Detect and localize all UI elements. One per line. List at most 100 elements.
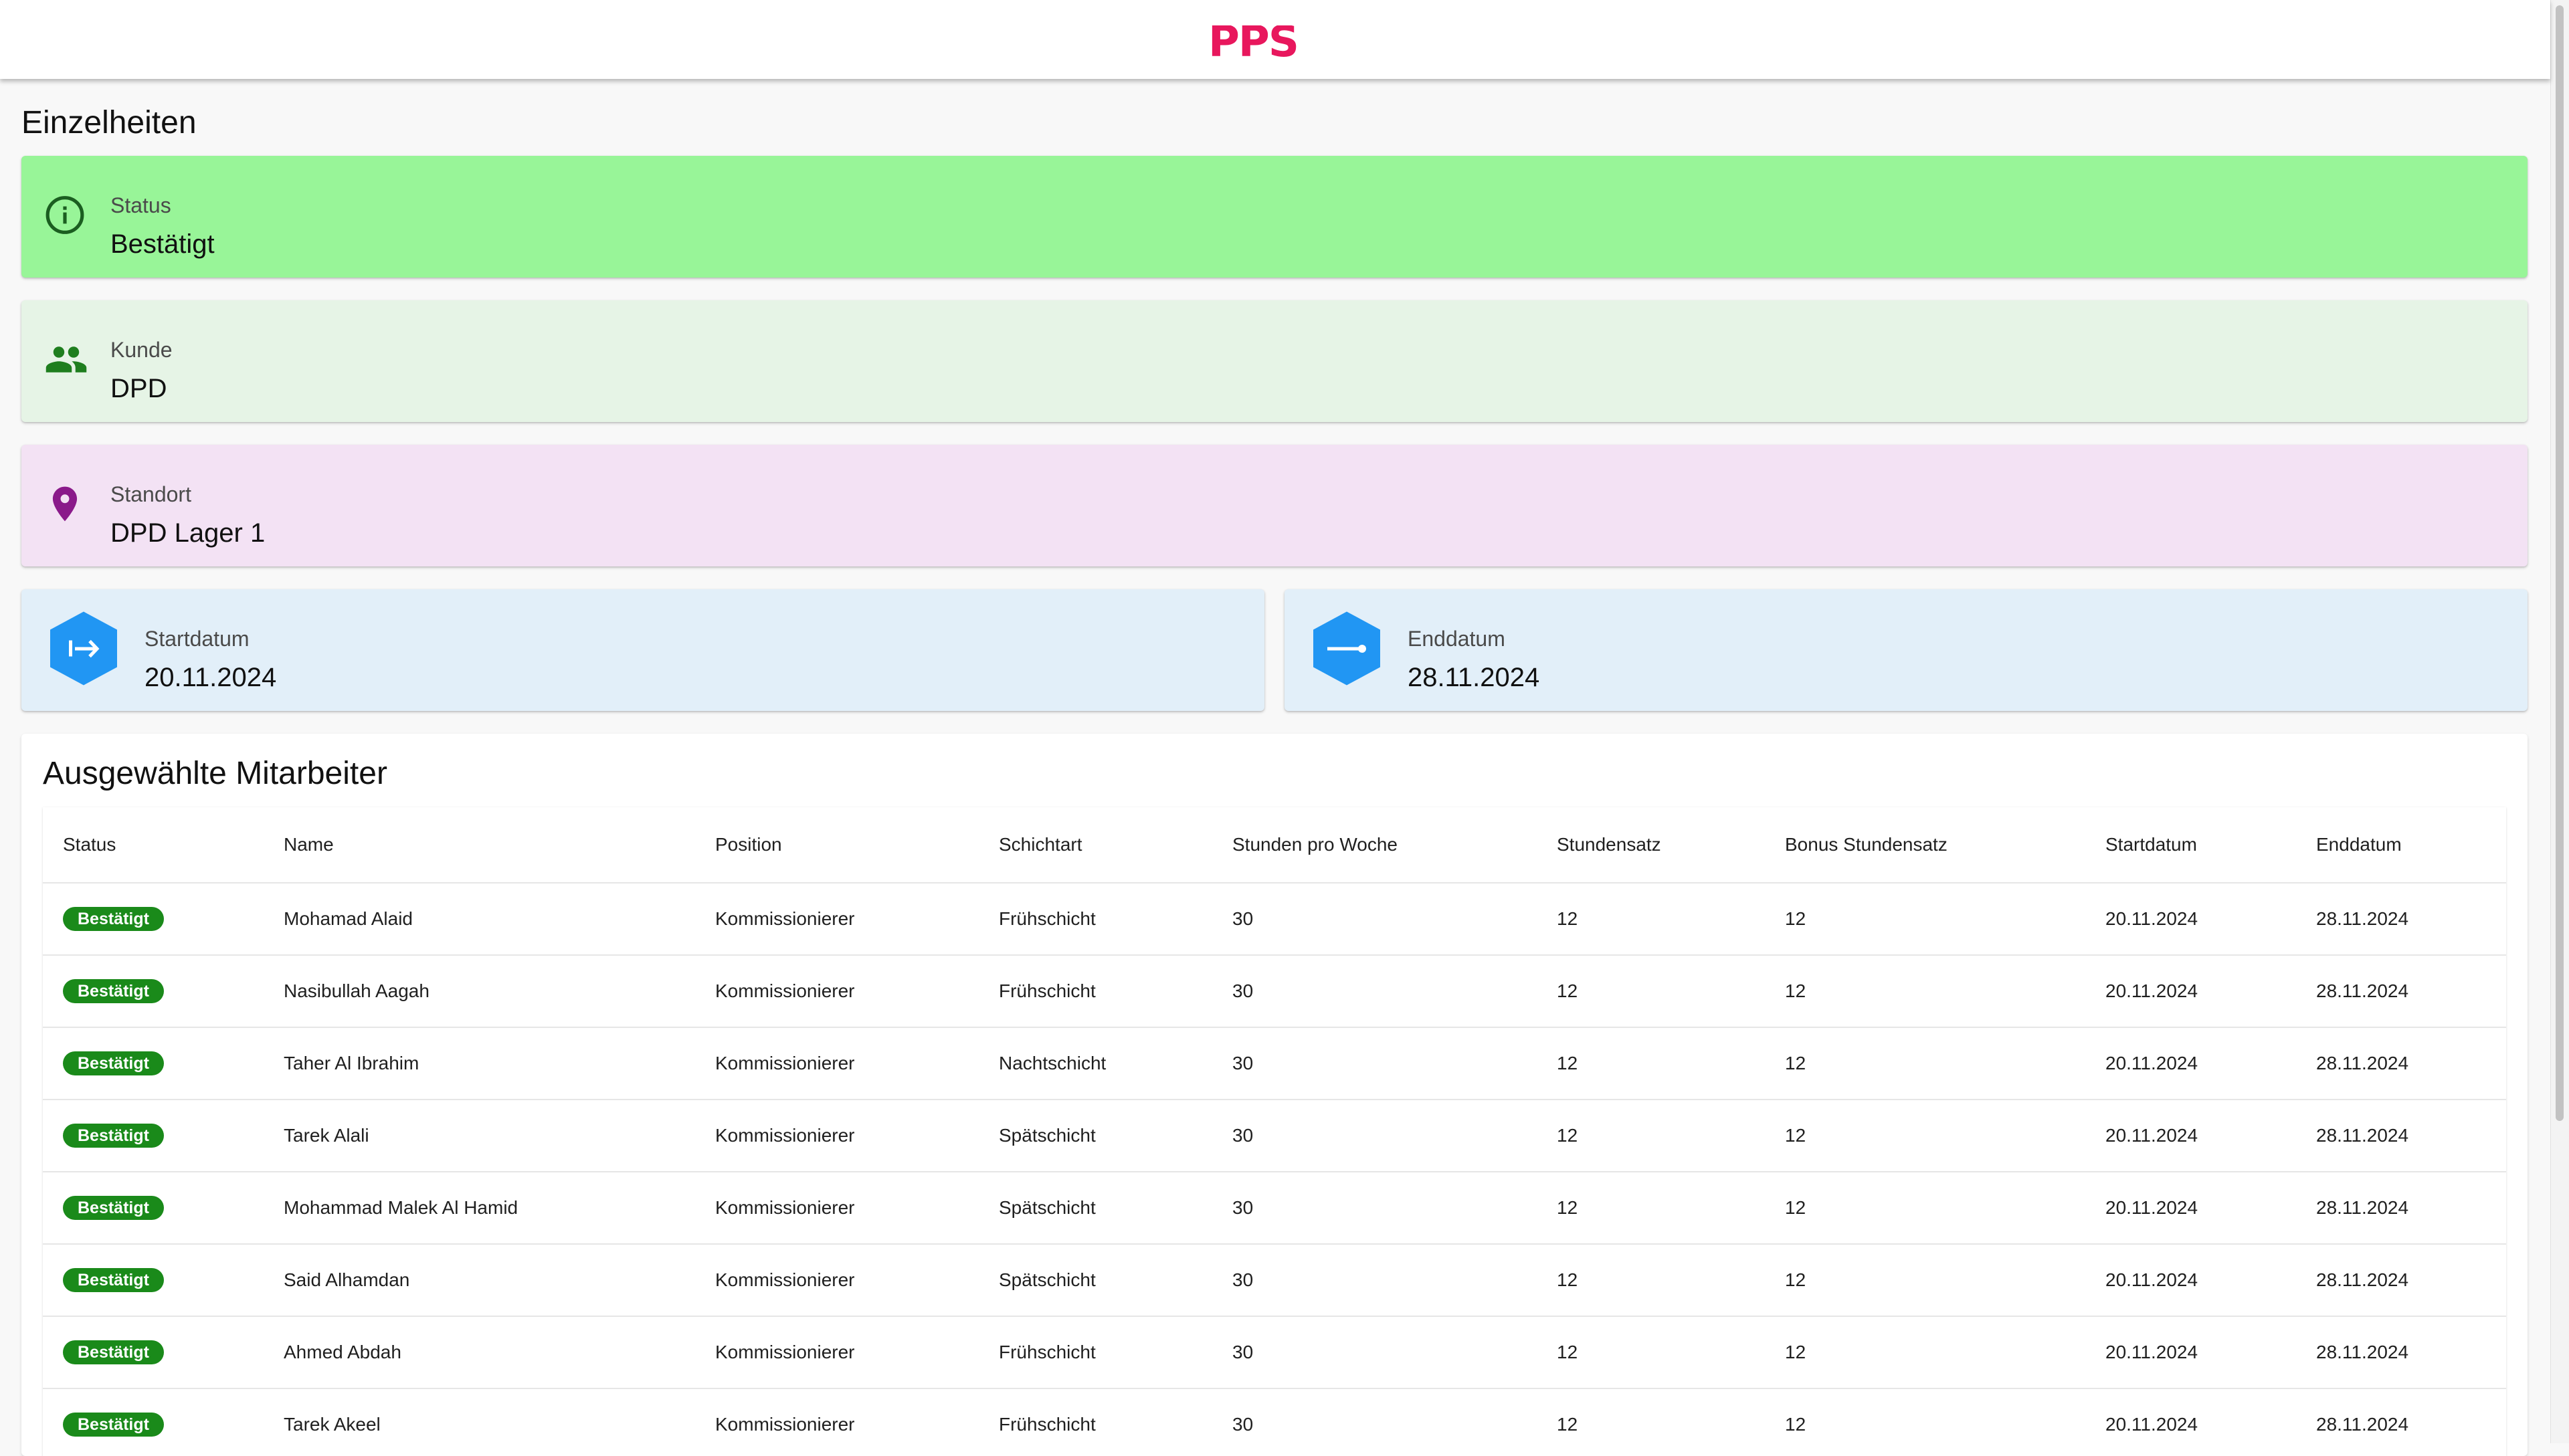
status-badge: Bestätigt	[63, 1196, 164, 1220]
start-date-cell: 20.11.2024	[2085, 1100, 2296, 1172]
position-cell: Kommissionierer	[695, 1027, 979, 1100]
hours-cell: 30	[1212, 1316, 1537, 1389]
end-date-value: 28.11.2024	[1408, 663, 1540, 692]
status-value: Bestätigt	[110, 229, 215, 259]
bonus-rate-cell: 12	[1765, 1388, 2085, 1456]
column-header-end-date[interactable]: Enddatum	[2296, 807, 2506, 883]
name-cell: Taher Al Ibrahim	[264, 1027, 695, 1100]
status-badge: Bestätigt	[63, 1051, 164, 1075]
status-badge: Bestätigt	[63, 1268, 164, 1292]
pps-logo[interactable]: PPS	[1208, 25, 1338, 58]
name-cell: Mohamad Alaid	[264, 883, 695, 956]
hours-cell: 30	[1212, 1388, 1537, 1456]
name-cell: Mohammad Malek Al Hamid	[264, 1172, 695, 1245]
hourly-rate-cell: 12	[1537, 1027, 1765, 1100]
end-date-cell: 28.11.2024	[2296, 1027, 2506, 1100]
status-cell: Bestätigt	[43, 1172, 264, 1245]
location-pin-icon	[44, 484, 86, 528]
start-arrow-icon	[48, 611, 119, 690]
page-scrollbar-thumb[interactable]	[2556, 5, 2564, 1121]
customer-label: Kunde	[110, 338, 173, 362]
status-badge: Bestätigt	[63, 907, 164, 931]
table-row[interactable]: Bestätigt Ahmed Abdah Kommissionierer Fr…	[43, 1316, 2506, 1389]
end-date-cell: 28.11.2024	[2296, 1316, 2506, 1389]
status-cell: Bestätigt	[43, 955, 264, 1028]
status-cell: Bestätigt	[43, 1027, 264, 1100]
start-date-label: Startdatum	[145, 627, 250, 651]
table-row[interactable]: Bestätigt Nasibullah Aagah Kommissionier…	[43, 955, 2506, 1028]
hourly-rate-cell: 12	[1537, 1244, 1765, 1317]
status-badge: Bestätigt	[63, 1413, 164, 1437]
table-row[interactable]: Bestätigt Taher Al Ibrahim Kommissionier…	[43, 1027, 2506, 1100]
start-date-value: 20.11.2024	[145, 663, 277, 692]
status-cell: Bestätigt	[43, 1244, 264, 1317]
table-row[interactable]: Bestätigt Tarek Akeel Kommissionierer Fr…	[43, 1388, 2506, 1456]
start-date-cell: 20.11.2024	[2085, 1388, 2296, 1456]
status-badge: Bestätigt	[63, 1340, 164, 1364]
end-date-cell: 28.11.2024	[2296, 883, 2506, 956]
table-row[interactable]: Bestätigt Mohamad Alaid Kommissionierer …	[43, 883, 2506, 956]
bonus-rate-cell: 12	[1765, 955, 2085, 1028]
column-header-hours-per-week[interactable]: Stunden pro Woche	[1212, 807, 1537, 883]
status-cell: Bestätigt	[43, 1316, 264, 1389]
hourly-rate-cell: 12	[1537, 1316, 1765, 1389]
start-date-card: Startdatum 20.11.2024	[21, 589, 1264, 711]
shift-type-cell: Spätschicht	[979, 1244, 1212, 1317]
name-cell: Nasibullah Aagah	[264, 955, 695, 1028]
name-cell: Tarek Alali	[264, 1100, 695, 1172]
column-header-name[interactable]: Name	[264, 807, 695, 883]
table-row[interactable]: Bestätigt Tarek Alali Kommissionierer Sp…	[43, 1100, 2506, 1172]
name-cell: Said Alhamdan	[264, 1244, 695, 1317]
location-label: Standort	[110, 482, 191, 506]
start-date-cell: 20.11.2024	[2085, 1027, 2296, 1100]
bonus-rate-cell: 12	[1765, 1100, 2085, 1172]
column-header-shift-type[interactable]: Schichtart	[979, 807, 1212, 883]
status-badge: Bestätigt	[63, 1124, 164, 1148]
main-content: Einzelheiten Status Bestätigt Kunde DPD	[0, 79, 2550, 1456]
employees-table: Status Name Position Schichtart Stunden …	[43, 807, 2506, 1456]
column-header-status[interactable]: Status	[43, 807, 264, 883]
selected-employees-section: Ausgewählte Mitarbeiter Status Name Posi…	[21, 734, 2528, 1456]
bonus-rate-cell: 12	[1765, 883, 2085, 956]
name-cell: Ahmed Abdah	[264, 1316, 695, 1389]
status-cell: Bestätigt	[43, 883, 264, 956]
start-date-cell: 20.11.2024	[2085, 1316, 2296, 1389]
end-date-label: Enddatum	[1408, 627, 1505, 651]
location-card: Standort DPD Lager 1	[21, 445, 2528, 566]
column-header-start-date[interactable]: Startdatum	[2085, 807, 2296, 883]
hourly-rate-cell: 12	[1537, 1100, 1765, 1172]
svg-text:PPS: PPS	[1208, 25, 1298, 58]
shift-type-cell: Spätschicht	[979, 1172, 1212, 1245]
start-date-cell: 20.11.2024	[2085, 1244, 2296, 1317]
hours-cell: 30	[1212, 1172, 1537, 1245]
column-header-bonus-rate[interactable]: Bonus Stundensatz	[1765, 807, 2085, 883]
bonus-rate-cell: 12	[1765, 1172, 2085, 1245]
name-cell: Tarek Akeel	[264, 1388, 695, 1456]
shift-type-cell: Nachtschicht	[979, 1027, 1212, 1100]
customer-value: DPD	[110, 374, 167, 403]
status-cell: Bestätigt	[43, 1100, 264, 1172]
table-header-row: Status Name Position Schichtart Stunden …	[43, 807, 2506, 883]
column-header-position[interactable]: Position	[695, 807, 979, 883]
status-cell: Bestätigt	[43, 1388, 264, 1456]
page-title: Einzelheiten	[21, 105, 197, 140]
shift-type-cell: Spätschicht	[979, 1100, 1212, 1172]
shift-type-cell: Frühschicht	[979, 1388, 1212, 1456]
shift-type-cell: Frühschicht	[979, 1316, 1212, 1389]
table-row[interactable]: Bestätigt Said Alhamdan Kommissionierer …	[43, 1244, 2506, 1317]
end-date-cell: 28.11.2024	[2296, 1388, 2506, 1456]
bonus-rate-cell: 12	[1765, 1316, 2085, 1389]
hours-cell: 30	[1212, 1244, 1537, 1317]
status-card: Status Bestätigt	[21, 156, 2528, 278]
shift-type-cell: Frühschicht	[979, 955, 1212, 1028]
hourly-rate-cell: 12	[1537, 883, 1765, 956]
employees-table-container[interactable]: Status Name Position Schichtart Stunden …	[43, 807, 2506, 1456]
end-date-card: Enddatum 28.11.2024	[1284, 589, 2528, 711]
position-cell: Kommissionierer	[695, 1100, 979, 1172]
end-date-cell: 28.11.2024	[2296, 955, 2506, 1028]
hourly-rate-cell: 12	[1537, 1172, 1765, 1245]
table-row[interactable]: Bestätigt Mohammad Malek Al Hamid Kommis…	[43, 1172, 2506, 1245]
hours-cell: 30	[1212, 955, 1537, 1028]
column-header-hourly-rate[interactable]: Stundensatz	[1537, 807, 1765, 883]
people-icon	[44, 338, 88, 385]
